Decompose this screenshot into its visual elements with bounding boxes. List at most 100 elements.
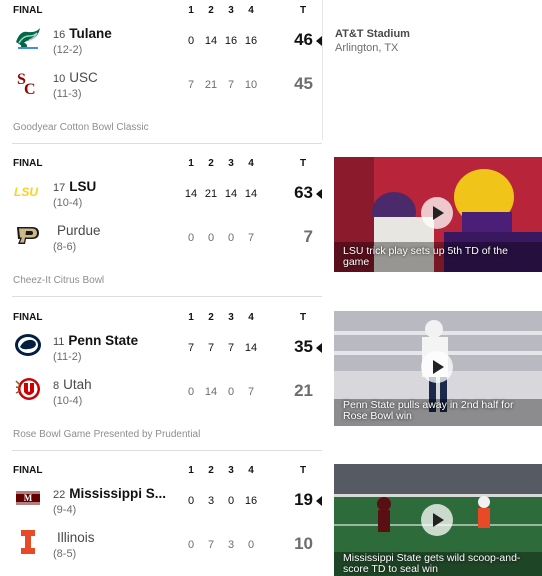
play-icon[interactable] — [421, 351, 453, 383]
venue-location: Arlington, TX — [335, 42, 399, 54]
game-status: FINAL — [13, 5, 43, 16]
team-row-mississippistate[interactable]: M 22 Mississippi S... (9-4) 0 3 0 16 19 — [12, 482, 322, 522]
total-score: 7 — [303, 227, 313, 246]
quarter-score: 7 — [247, 232, 255, 244]
quarter-score: 16 — [244, 495, 258, 507]
quarter-score: 7 — [187, 79, 195, 91]
video-caption[interactable]: Mississippi State gets wild scoop-and-sc… — [343, 553, 536, 575]
team-name[interactable]: LSU — [69, 179, 96, 194]
divider — [12, 450, 322, 451]
tulane-wave-logo — [14, 24, 42, 52]
team-record: (12-2) — [53, 44, 83, 56]
team-name[interactable]: Tulane — [69, 26, 112, 41]
scoreboard: FINAL 1 2 3 4 T 11 Penn State (11-2) 7 7 … — [12, 307, 322, 447]
quarter-score: 0 — [187, 386, 195, 398]
quarter-score: 14 — [184, 188, 198, 200]
video-thumbnail[interactable]: LSU trick play sets up 5th TD of the gam… — [334, 157, 542, 272]
team-rank: 11 — [53, 336, 65, 348]
bowl-name[interactable]: Goodyear Cotton Bowl Classic — [13, 122, 149, 133]
team-row-tulane[interactable]: 16 Tulane (12-2) 0 14 16 16 46 — [12, 22, 322, 62]
game-status: FINAL — [13, 465, 43, 476]
quarter-score: 0 — [227, 232, 235, 244]
total-score: 46 — [294, 30, 313, 49]
quarter-header: 1 — [188, 465, 194, 476]
team-record: (8-5) — [53, 548, 77, 560]
team-record: (11-2) — [53, 351, 82, 363]
total-score: 10 — [294, 534, 313, 553]
team-name[interactable]: Mississippi S... — [69, 486, 166, 501]
quarter-score: 7 — [207, 539, 215, 551]
team-name[interactable]: Penn State — [68, 333, 138, 348]
total-header: T — [299, 158, 307, 169]
divider — [12, 296, 322, 297]
team-name[interactable]: Purdue — [57, 223, 101, 238]
team-rank: 17 — [53, 182, 66, 194]
total-score: 45 — [294, 74, 313, 93]
quarter-score: 0 — [187, 232, 195, 244]
team-name[interactable]: Utah — [63, 377, 92, 392]
illinois-i-logo — [14, 528, 42, 556]
team-row-utah[interactable]: 8 Utah (10-4) 0 14 0 7 21 — [12, 373, 322, 413]
video-caption[interactable]: LSU trick play sets up 5th TD of the gam… — [343, 246, 536, 268]
quarter-score: 10 — [244, 79, 258, 91]
winner-arrow-icon — [316, 189, 322, 199]
quarter-score: 16 — [244, 35, 258, 47]
quarter-header: 1 — [188, 312, 194, 323]
team-row-purdue[interactable]: Purdue (8-6) 0 0 0 7 7 — [12, 219, 322, 259]
team-row-illinois[interactable]: Illinois (8-5) 0 7 3 0 10 — [12, 526, 322, 566]
team-record: (9-4) — [53, 504, 77, 516]
quarter-header: 1 — [188, 5, 194, 16]
quarter-score: 14 — [244, 342, 258, 354]
quarter-score: 0 — [187, 539, 195, 551]
quarter-score: 0 — [187, 495, 195, 507]
team-name[interactable]: Illinois — [57, 530, 95, 545]
game-status: FINAL — [13, 312, 43, 323]
quarter-header: 2 — [208, 158, 214, 169]
team-row-usc[interactable]: SC 10 USC (11-3) 7 21 7 10 45 — [12, 66, 322, 106]
lsu-logo: LSU — [14, 177, 42, 205]
quarter-header: 3 — [228, 158, 234, 169]
usc-sc-logo: SC — [14, 68, 42, 96]
video-thumbnail[interactable]: Penn State pulls away in 2nd half for Ro… — [334, 311, 542, 426]
quarter-score: 14 — [204, 386, 218, 398]
total-header: T — [299, 465, 307, 476]
penn-state-lion-logo — [14, 331, 42, 359]
team-record: (11-3) — [53, 88, 82, 100]
video-thumbnail[interactable]: Mississippi State gets wild scoop-and-sc… — [334, 464, 542, 576]
total-header: T — [299, 5, 307, 16]
team-name[interactable]: USC — [69, 70, 98, 85]
quarter-header: 3 — [228, 5, 234, 16]
play-icon[interactable] — [421, 197, 453, 229]
quarter-score: 14 — [224, 188, 238, 200]
divider — [12, 143, 322, 144]
team-record: (8-6) — [53, 241, 77, 253]
quarter-score: 14 — [244, 188, 258, 200]
quarter-score: 7 — [187, 342, 195, 354]
quarter-score: 7 — [207, 342, 215, 354]
winner-arrow-icon — [316, 343, 322, 353]
video-caption[interactable]: Penn State pulls away in 2nd half for Ro… — [343, 400, 536, 422]
quarter-score: 3 — [207, 495, 215, 507]
team-row-pennstate[interactable]: 11 Penn State (11-2) 7 7 7 14 35 — [12, 329, 322, 369]
total-header: T — [299, 312, 307, 323]
team-rank: 10 — [53, 73, 66, 85]
quarter-header: 3 — [228, 465, 234, 476]
quarter-header: 4 — [248, 312, 254, 323]
svg-text:C: C — [24, 81, 36, 96]
bowl-name[interactable]: Rose Bowl Game Presented by Prudential — [13, 429, 200, 440]
quarter-score: 7 — [227, 342, 235, 354]
venue-info: AT&T Stadium Arlington, TX — [335, 28, 410, 54]
venue-name: AT&T Stadium — [335, 28, 410, 40]
scoreboard: FINAL 1 2 3 4 T M 22 Mississippi S... (9-… — [12, 460, 322, 576]
team-record: (10-4) — [53, 395, 83, 407]
quarter-score: 21 — [204, 188, 218, 200]
quarter-score: 21 — [204, 79, 218, 91]
total-score: 63 — [294, 183, 313, 202]
utah-u-logo — [14, 375, 42, 403]
team-record: (10-4) — [53, 197, 83, 209]
bowl-name[interactable]: Cheez-It Citrus Bowl — [13, 275, 104, 286]
total-score: 21 — [294, 381, 313, 400]
total-score: 35 — [294, 337, 313, 356]
play-icon[interactable] — [421, 504, 453, 536]
team-row-lsu[interactable]: LSU 17 LSU (10-4) 14 21 14 14 63 — [12, 175, 322, 215]
